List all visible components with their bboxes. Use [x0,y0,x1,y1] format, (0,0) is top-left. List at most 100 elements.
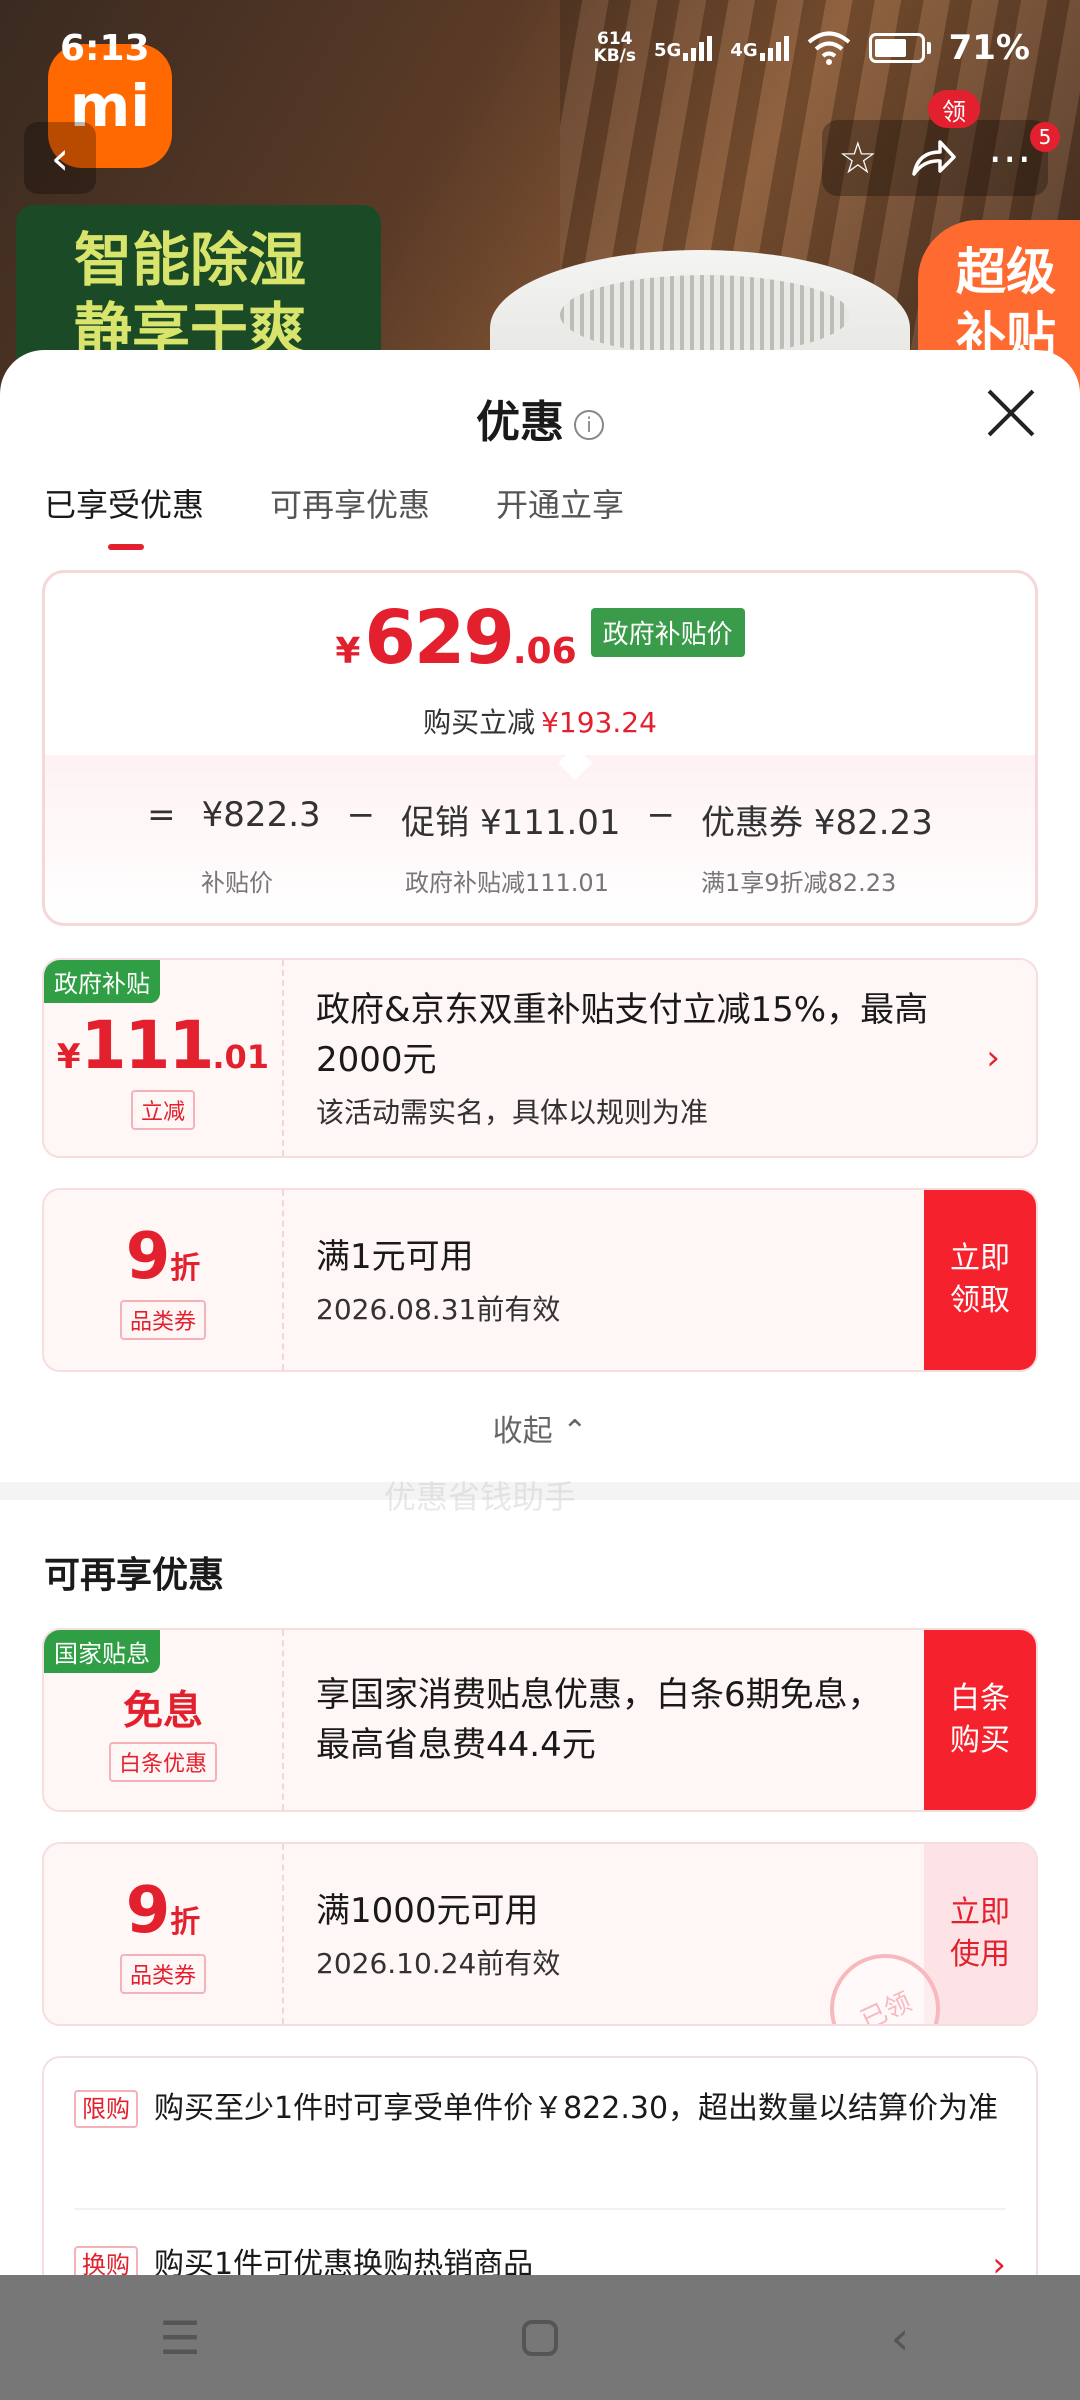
label-coupon: 满1享9折减82.23 [701,869,897,897]
back-button[interactable]: ‹ [24,122,96,194]
home-icon[interactable] [480,2318,600,2358]
buy-line-1: 白条 [950,1681,1010,1716]
label-subsidy-price: 补贴价 [201,869,273,897]
status-icons: 614 KB/s 5G 4G 71% [594,28,1030,68]
limit-tag: 限购 [74,2090,138,2128]
more-icon[interactable]: ⋯ [988,133,1032,184]
tab-enjoyed[interactable]: 已享受优惠 [44,480,204,550]
coupon-badge[interactable]: 领 [928,90,980,128]
signal-4g-icon: 4G [730,35,789,61]
orange-line-1: 超级 [956,243,1056,301]
label-gov-subsidy: 政府补贴减111.01 [405,869,609,897]
subsidy-integer: 111 [80,1006,215,1084]
chevron-right-icon: › [992,2245,1006,2275]
claim-coupon-button[interactable]: 立即 领取 [924,1190,1036,1370]
instant-discount: 购买立减 ¥193.24 [45,701,1035,741]
dehumidifier-grill [560,275,850,355]
gov-subsidy-corner-tag: 政府补贴 [44,960,160,1003]
signal-5g-label: 5G [653,40,682,61]
signal-5g-icon: 5G [653,35,713,61]
menu-icon[interactable]: ☰ [120,2311,240,2365]
buy-line-2: 购买 [950,1723,1010,1758]
price-formula: = ¥822.3 − 促销 ¥111.01 − 优惠券 ¥82.23 [45,795,1035,844]
sheet-title: 优惠 i [0,386,1080,450]
use-line-1: 立即 [950,1895,1010,1930]
sheet-title-text: 优惠 [476,397,564,448]
instant-reduce-tag: 立减 [130,1089,195,1130]
formula-promotion: 促销 ¥111.01 [401,803,621,843]
price-summary: ¥ 629 .06 政府补贴价 购买立减 ¥193.24 = ¥822.3 − 促… [42,570,1038,926]
formula-coupon: 优惠券 ¥82.23 [701,803,933,843]
gov-subsidy-price-tag: 政府补贴价 [590,607,745,657]
gov-subsidy-sub: 该活动需实名，具体以规则为准 [316,1096,709,1129]
baitiao-buy-button[interactable]: 白条 购买 [924,1630,1036,1810]
tab-more-available[interactable]: 可再享优惠 [270,480,430,550]
section-title-more: 可再享优惠 [44,1555,225,1596]
formula-minus: − [346,795,376,835]
chevron-left-icon: ‹ [50,131,70,185]
chevron-right-icon[interactable]: › [986,1038,1000,1078]
promo-line-1: 智能除湿 [74,226,307,294]
category-coupon-tag: 品类券 [119,1954,206,1994]
price-integer: 629 [364,595,514,681]
tab-activate[interactable]: 开通立享 [496,480,624,550]
discount-unit: 折 [170,1905,201,1940]
use-coupon-button[interactable]: 立即 使用 [924,1844,1036,2024]
gov-subsidy-card[interactable]: ¥ 111 .01 立减 政府补贴 政府&京东双重补贴支付立减15%，最高200… [42,958,1038,1158]
battery-icon [868,33,931,63]
coupon-condition: 满1元可用 [316,1237,474,1277]
formula-equals: = [147,795,176,835]
final-price: ¥ 629 .06 政府补贴价 [45,595,1035,681]
interest-free-main: 享国家消费贴息优惠，白条6期免息，最高省息费44.4元 [316,1675,882,1765]
price-currency: ¥ [335,631,361,672]
national-subsidy-corner-tag: 国家贴息 [44,1630,160,1673]
trade-in-tag: 换购 [74,2246,138,2275]
formula-subsidy-price: ¥822.3 [201,795,321,835]
subsidy-decimal: .01 [212,1037,270,1076]
interest-free-title: 免息 [123,1688,203,1734]
coupon-discount: 9 折 品类券 [44,1844,284,2024]
info-icon[interactable]: i [574,410,604,440]
discount-tabs: 已享受优惠 可再享优惠 开通立享 [44,480,624,550]
network-speed: 614 KB/s [594,31,636,65]
trade-in-text: 购买1件可优惠换购热销商品 [154,2247,534,2275]
back-icon[interactable]: ‹ [840,2311,960,2365]
instant-discount-amount: ¥193.24 [541,706,657,739]
interest-free-text: 享国家消费贴息优惠，白条6期免息，最高省息费44.4元 [316,1630,906,1810]
close-icon[interactable] [986,388,1036,438]
message-count-badge: 5 [1030,122,1060,152]
signal-4g-label: 4G [730,40,758,61]
coupon-expiry: 2026.10.24前有效 [316,1947,561,1980]
status-time: 6:13 [60,28,150,69]
price-decimal: .06 [512,631,577,672]
gov-subsidy-text: 政府&京东双重补贴支付立减15%，最高2000元 该活动需实名，具体以规则为准 [316,960,956,1156]
purchase-notes: 限购 购买至少1件时可享受单件价￥822.30，超出数量以结算价为准 换购 购买… [42,2056,1038,2275]
subsidy-currency: ¥ [56,1036,81,1077]
star-icon[interactable]: ☆ [838,133,877,184]
summary-pointer [558,746,592,780]
formula-minus: − [646,795,676,835]
coupon-text: 满1000元可用 2026.10.24前有效 [316,1844,906,2024]
discount-value: 9 [125,1220,171,1294]
share-icon[interactable] [910,138,956,178]
claim-line-2: 领取 [950,1283,1010,1318]
coupon-condition: 满1000元可用 [316,1891,539,1931]
discount-unit: 折 [170,1251,201,1286]
watermark: 优惠省钱助手 [384,1478,577,1516]
collapse-button[interactable]: 收起 ⌃ [0,1406,1080,1450]
system-nav-bar: ☰ ‹ [0,2275,1080,2400]
trade-in-note[interactable]: 换购 购买1件可优惠换购热销商品 › [74,2242,1006,2275]
wifi-icon [807,31,850,65]
gov-subsidy-main: 政府&京东双重补贴支付立减15%，最高2000元 [316,990,929,1080]
status-bar: 6:13 614 KB/s 5G 4G 71% [0,0,1080,100]
use-line-2: 使用 [950,1937,1010,1972]
coupon-expiry: 2026.08.31前有效 [316,1293,561,1326]
battery-percent: 71% [948,28,1030,68]
coupon-card-1: 9 折 品类券 满1元可用 2026.08.31前有效 立即 领取 [42,1188,1038,1372]
discount-sheet: 优惠 i 已享受优惠 可再享优惠 开通立享 ¥ 629 .06 政府补贴价 购买立… [0,350,1080,2275]
coupon-discount: 9 折 品类券 [44,1190,284,1370]
coupon-card-2: 9 折 品类券 满1000元可用 2026.10.24前有效 立即 使用 已领 [42,1842,1038,2026]
limit-text: 购买至少1件时可享受单件价￥822.30，超出数量以结算价为准 [154,2091,999,2126]
coupon-text: 满1元可用 2026.08.31前有效 [316,1190,906,1370]
network-speed-unit: KB/s [593,46,636,66]
